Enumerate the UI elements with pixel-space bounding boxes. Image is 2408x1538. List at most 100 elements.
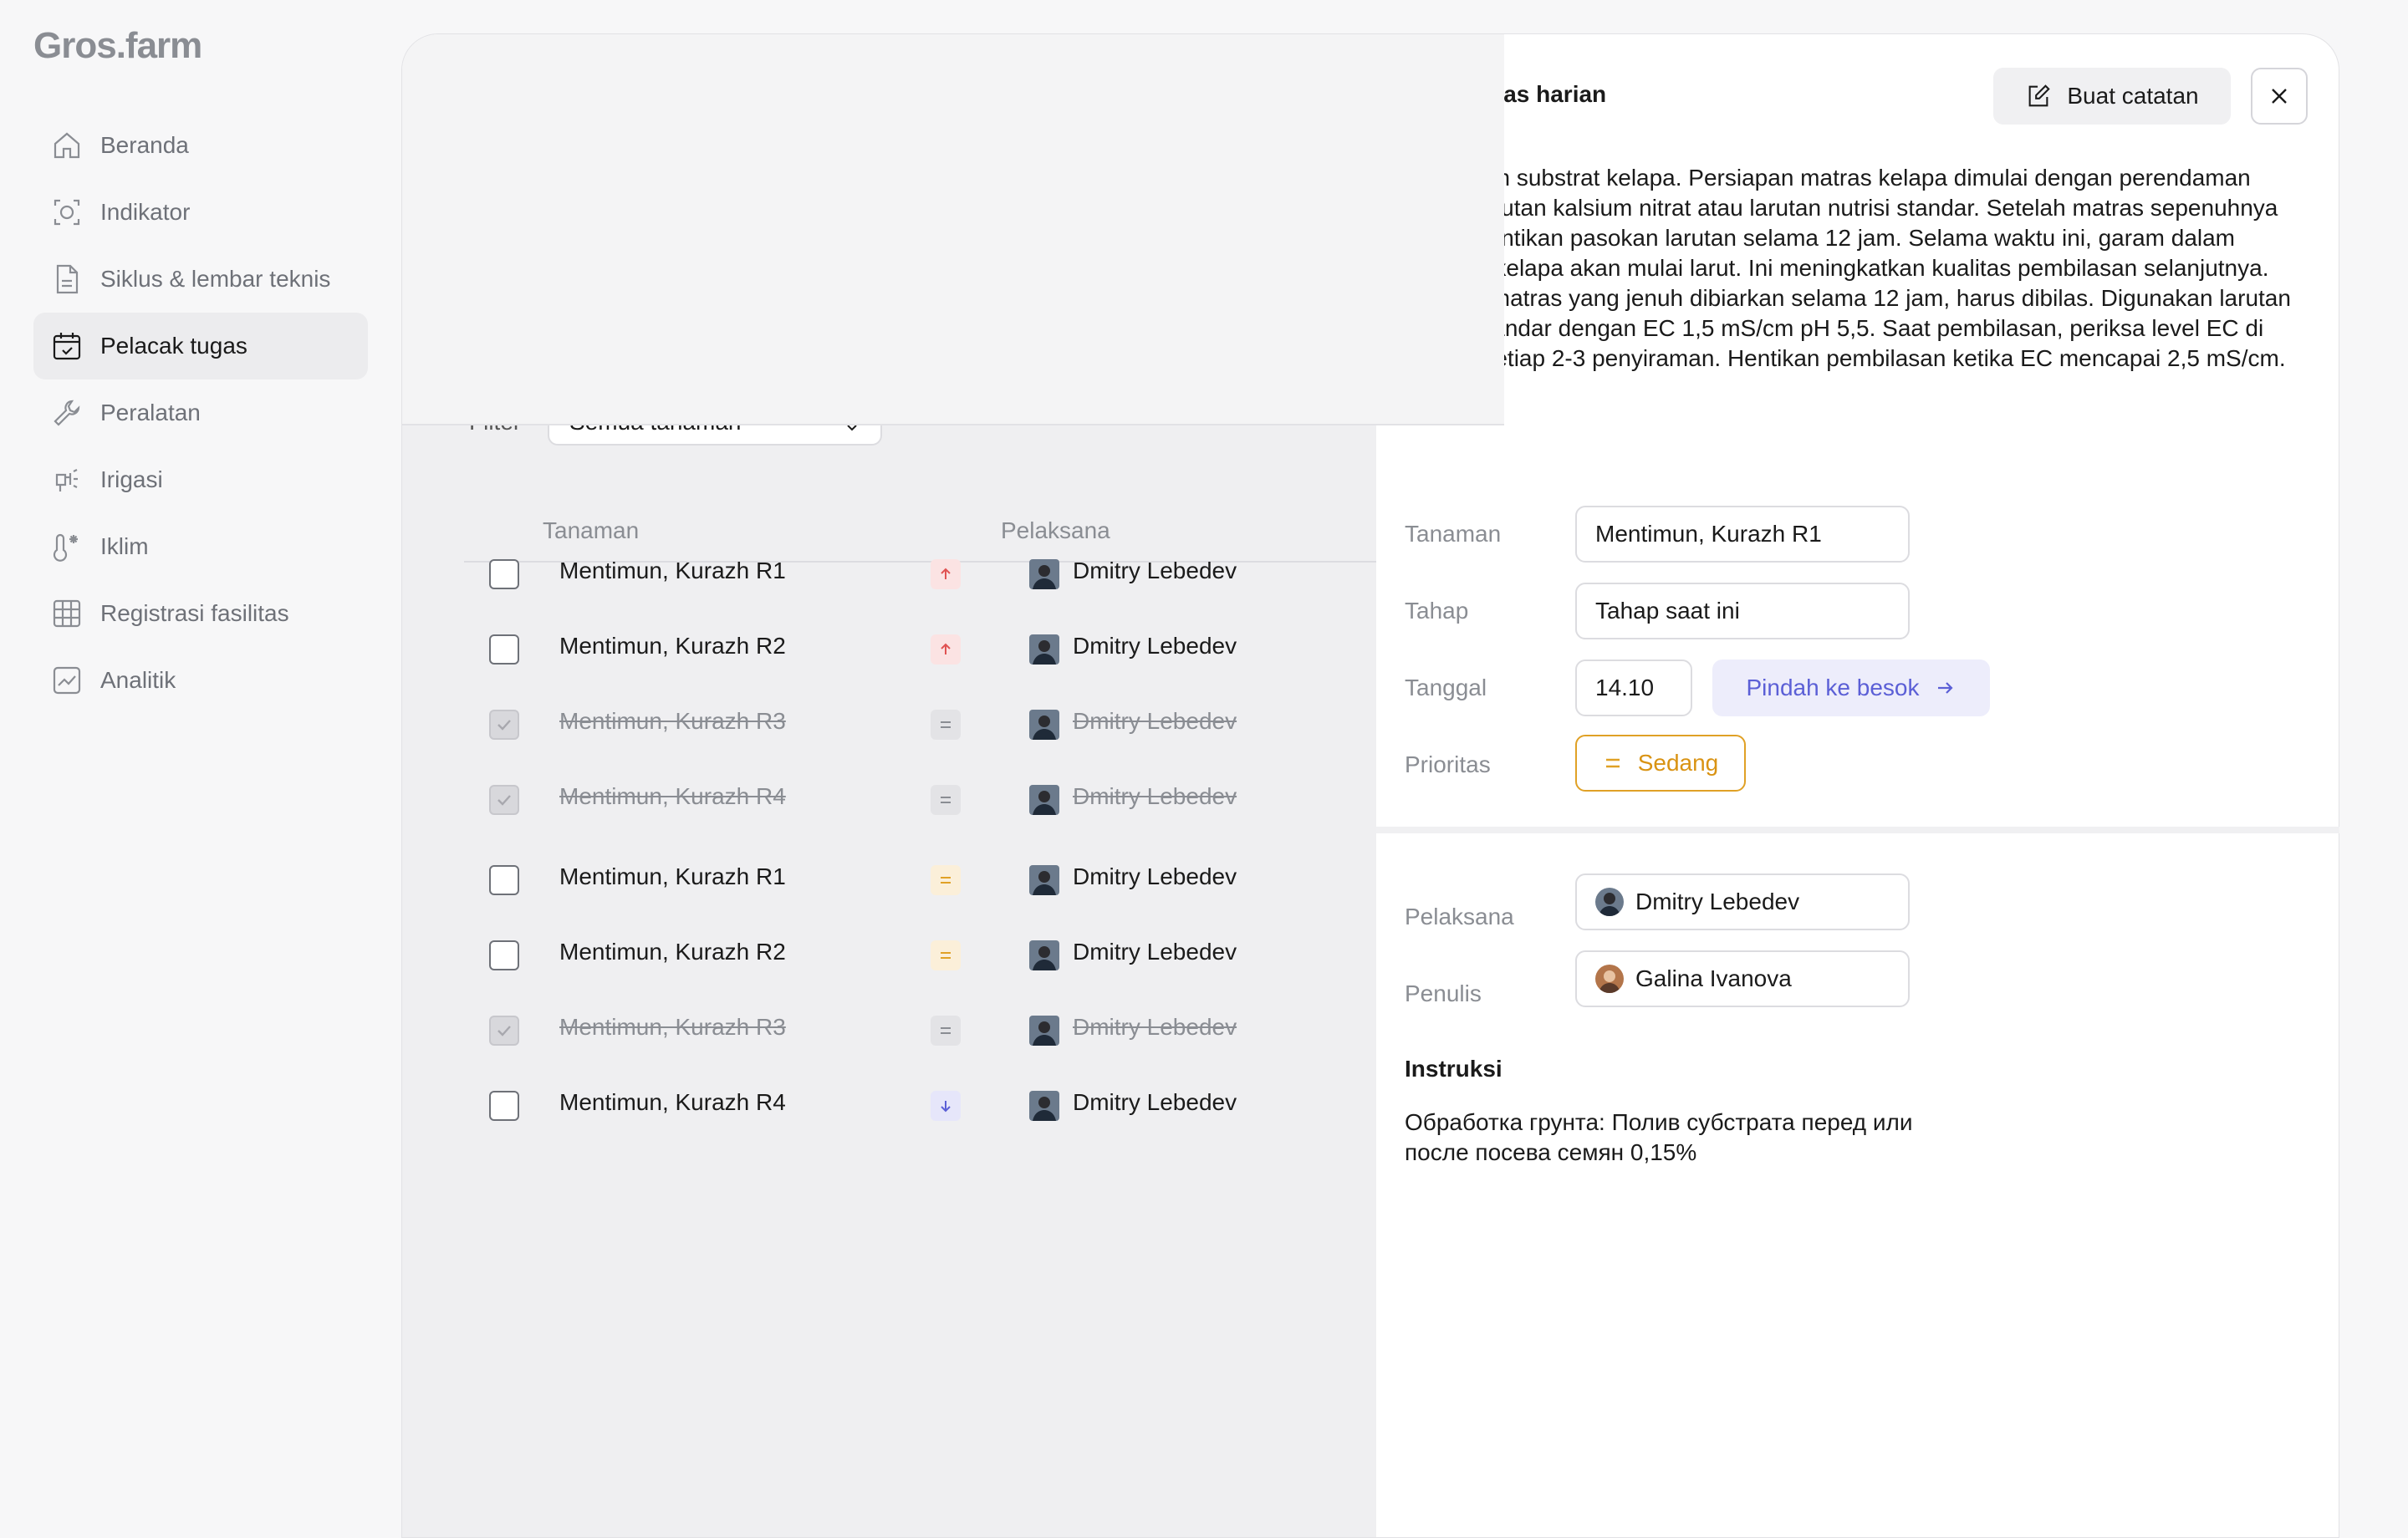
priority-select[interactable]: Sedang — [1575, 735, 1746, 792]
day-date: 20 — [1134, 351, 1164, 381]
edit-icon — [2028, 84, 2051, 107]
filter-select-value: Semua tanaman — [569, 409, 742, 435]
arrow-up-icon — [941, 568, 951, 579]
task-checkbox[interactable] — [489, 710, 519, 740]
check-icon — [497, 720, 511, 731]
sidebar-item-indikator[interactable]: Indikator — [33, 179, 368, 246]
create-note-button[interactable]: Buat catatan — [1993, 68, 2231, 125]
day-date: 14 — [1224, 351, 1254, 381]
priority-badge — [931, 1016, 961, 1046]
task-checkbox[interactable] — [489, 865, 519, 895]
plant-field[interactable]: Mentimun, Kurazh R1 — [1575, 506, 1910, 563]
task-description: Persiapan substrat kelapa. Persiapan mat… — [1405, 165, 2291, 371]
plant-filter-select[interactable]: Semua tanaman — [548, 395, 882, 446]
task-checkbox[interactable] — [489, 785, 519, 815]
day-cell[interactable]: Jum 18 — [939, 290, 997, 394]
priority-value: Sedang — [1637, 750, 1719, 776]
avatar — [1595, 888, 1624, 916]
avatar — [1029, 1091, 1059, 1121]
sidebar-item-iklim[interactable]: Iklim — [33, 513, 368, 580]
date-field[interactable]: 14.10 — [1575, 660, 1692, 716]
tab-catatan[interactable]: Catatan — [1080, 185, 1217, 252]
stage-field[interactable]: Tahap saat ini — [1575, 583, 1910, 639]
sidebar-item-registrasi[interactable]: Registrasi fasilitas — [33, 580, 368, 647]
tab-kalender[interactable]: Kalender — [635, 185, 783, 252]
plant-name: Mentimun, Kurazh R1 — [559, 863, 786, 889]
sensor-icon — [54, 199, 80, 226]
day-cell[interactable]: Sel 15 — [668, 290, 727, 394]
task-checkbox[interactable] — [489, 1091, 519, 1121]
sidebar-item-beranda[interactable]: Beranda — [33, 112, 368, 179]
table-row[interactable]: Mentimun, Kurazh R4 Dmitry Lebedev — [464, 763, 1504, 838]
day-name: Sab — [1038, 290, 1079, 316]
table-row[interactable]: Mentimun, Kurazh R2 Dmitry Lebedev — [464, 613, 1504, 688]
author-field[interactable]: Galina Ivanova — [1575, 950, 1910, 1007]
equals-icon — [941, 877, 951, 884]
day-cell[interactable]: Sen 14 — [578, 290, 636, 394]
sidebar-item-analitik[interactable]: Analitik — [33, 647, 368, 714]
sidebar-item-irigasi[interactable]: Irigasi — [33, 446, 368, 513]
executor-name: Dmitry Lebedev — [1073, 863, 1237, 889]
sidebar-nav: Beranda Indikator Siklus & lembar teknis… — [33, 112, 368, 714]
plant-name: Mentimun, Kurazh R2 — [559, 939, 786, 965]
table-row[interactable]: Mentimun, Kurazh R3 Dmitry Lebedev — [464, 994, 1504, 1069]
instructions-text: Обработка грунта: Полив субстрата перед … — [1405, 1109, 1913, 1165]
calendar-icon — [636, 206, 661, 230]
sidebar-item-pelacak-tugas[interactable]: Pelacak tugas — [33, 313, 368, 379]
day-cell[interactable]: Sen 14 — [1210, 290, 1268, 394]
chevron-down-icon — [971, 125, 981, 132]
plant-label: Tanaman — [1405, 521, 1502, 547]
plant-name: Mentimun, Kurazh R1 — [559, 558, 786, 583]
day-name: Sen — [1218, 290, 1260, 316]
tab-tugas[interactable]: Tugas — [469, 185, 584, 252]
task-checkbox[interactable] — [489, 940, 519, 970]
avatar — [1029, 559, 1059, 589]
tab-tugas-harian[interactable]: Tugas harian — [833, 185, 1031, 252]
executor-label: Pelaksana — [1405, 904, 1514, 929]
table-row[interactable]: Mentimun, Kurazh R3 Dmitry Lebedev — [464, 688, 1504, 763]
prev-week-button[interactable] — [469, 310, 526, 367]
tab-label: Catatan — [1122, 202, 1217, 233]
sprinkler-icon — [55, 469, 78, 491]
equals-icon — [941, 952, 951, 959]
executor-field[interactable]: Dmitry Lebedev — [1575, 873, 1910, 930]
plant-name: Mentimun, Kurazh R2 — [559, 633, 786, 659]
avatar — [1029, 940, 1059, 970]
day-name: Sen — [586, 290, 628, 316]
task-checkbox[interactable] — [489, 1016, 519, 1046]
sidebar-item-peralatan[interactable]: Peralatan — [33, 379, 368, 446]
sidebar-item-label: Siklus & lembar teknis — [100, 266, 331, 292]
day-name: Sel — [680, 290, 715, 316]
avatar — [1029, 710, 1059, 740]
sidebar-item-label: Beranda — [100, 132, 189, 158]
move-button-label: Pindah ke besok — [1746, 675, 1920, 700]
arrow-up-icon — [941, 643, 951, 654]
table-row[interactable]: Mentimun, Kurazh R1 Dmitry Lebedev — [464, 537, 1504, 613]
move-to-tomorrow-button[interactable]: Pindah ke besok — [1712, 660, 1990, 716]
task-checkbox[interactable] — [489, 559, 519, 589]
brand-logo: Gros.farm — [33, 25, 202, 66]
check-icon — [497, 1026, 511, 1036]
sidebar-item-siklus[interactable]: Siklus & lembar teknis — [33, 246, 368, 313]
day-cell[interactable]: Sel 15 — [1300, 290, 1359, 394]
task-checkbox[interactable] — [489, 634, 519, 665]
main-header: Pelacak tugas Rumah kaca 1 Tugas Kalende… — [402, 34, 1504, 425]
avatar — [1029, 634, 1059, 665]
arrow-left-icon — [489, 333, 504, 344]
stage-label: Tahap — [1405, 598, 1469, 624]
page-title: Pelacak tugas — [469, 104, 732, 150]
day-cell-selected[interactable]: Rab 16 — [758, 290, 817, 394]
greenhouse-select[interactable]: Rumah kaca 1 — [753, 99, 1004, 156]
task-icon — [472, 206, 493, 232]
table-row[interactable]: Mentimun, Kurazh R2 Dmitry Lebedev — [464, 919, 1504, 994]
author-name: Galina Ivanova — [1635, 965, 1792, 991]
day-cell[interactable]: Sab 19 — [1029, 290, 1088, 394]
day-cell[interactable]: Kam 17 — [849, 290, 907, 394]
sidebar-item-label: Irigasi — [100, 466, 163, 492]
chart-icon — [53, 666, 81, 695]
sidebar-item-label: Analitik — [100, 667, 176, 693]
table-row[interactable]: Mentimun, Kurazh R1 Dmitry Lebedev — [464, 843, 1504, 919]
close-panel-button[interactable] — [2251, 68, 2308, 125]
table-row[interactable]: Mentimun, Kurazh R4 Dmitry Lebedev — [464, 1069, 1504, 1144]
day-cell[interactable]: Min 20 — [1120, 290, 1178, 394]
